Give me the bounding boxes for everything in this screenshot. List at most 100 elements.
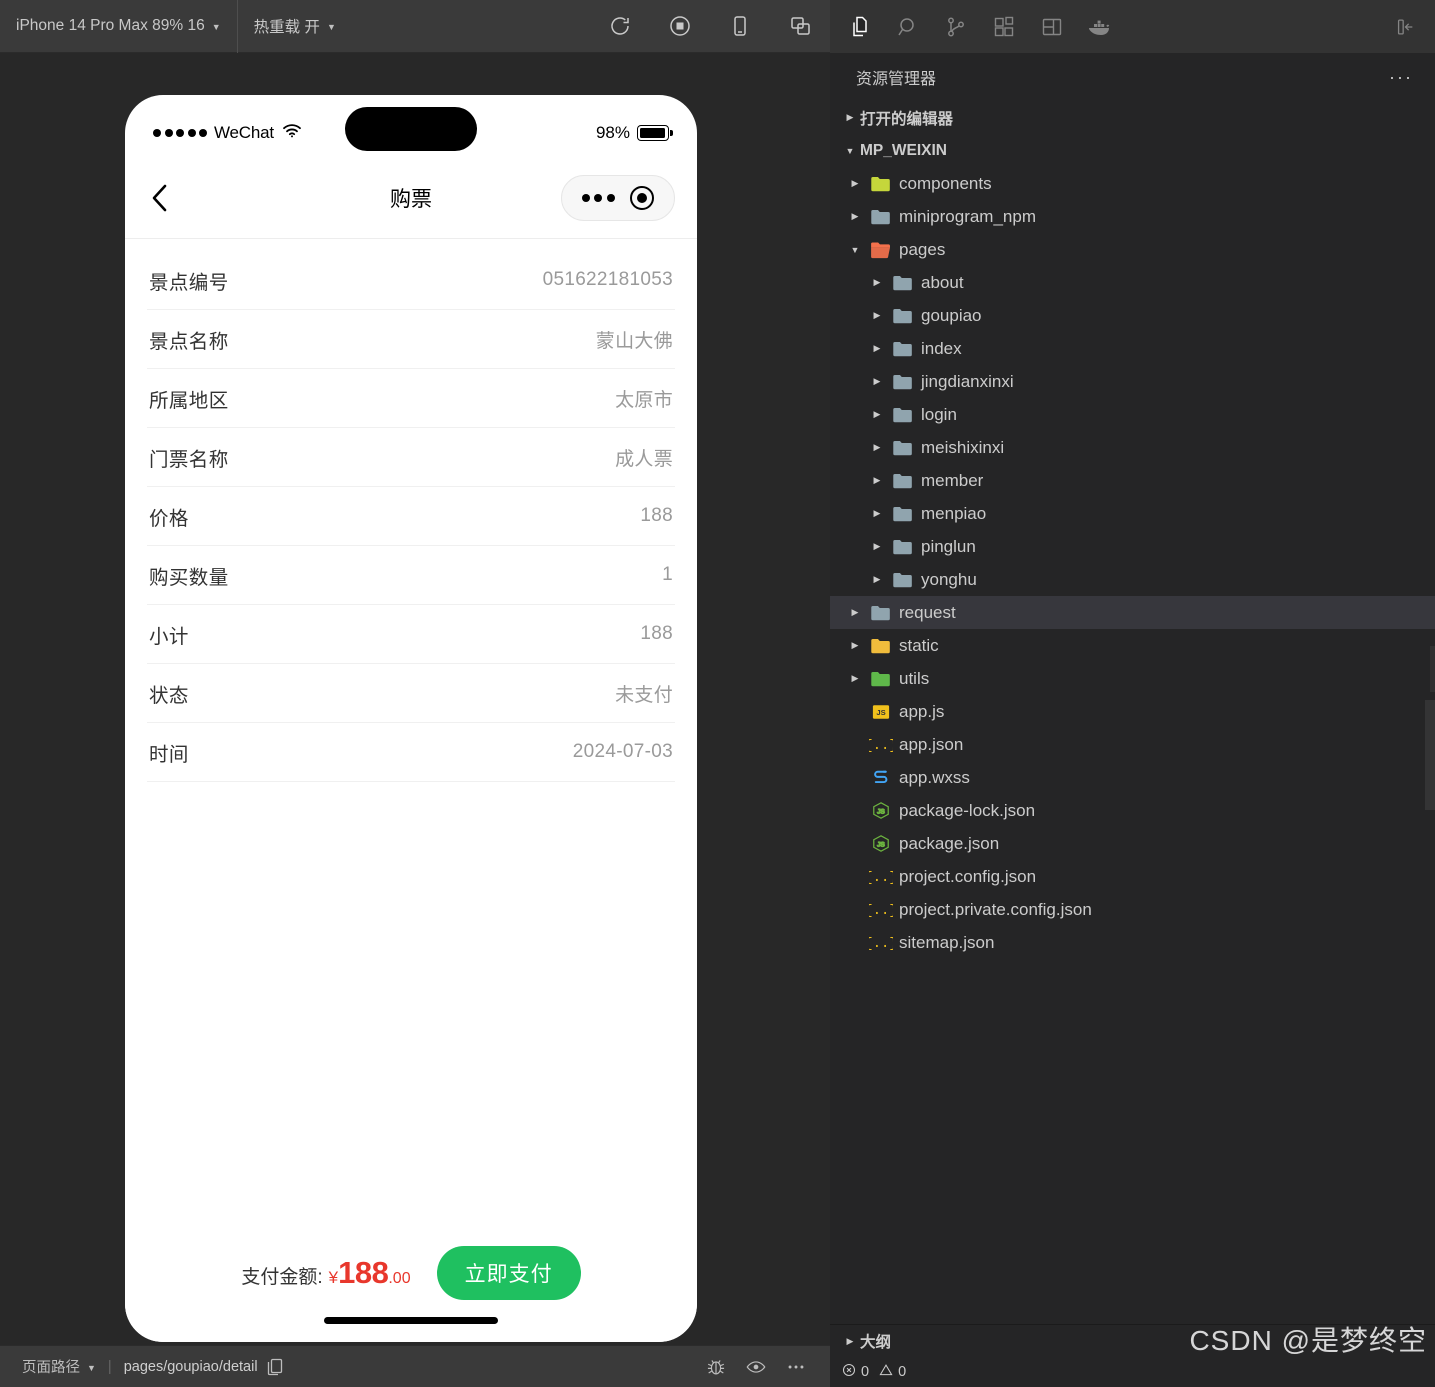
scrollbar-thumb[interactable]	[1425, 700, 1435, 810]
chevron-down-icon: ▼	[211, 22, 221, 32]
problems-indicator[interactable]: 0 0	[842, 1363, 906, 1381]
home-indicator	[324, 1317, 498, 1324]
tree-item-folder[interactable]: ▶ utils	[830, 662, 1435, 695]
bug-icon[interactable]	[696, 1346, 736, 1387]
row-value: 051622181053	[542, 269, 673, 290]
tree-item-label: meishixinxi	[921, 437, 1005, 457]
search-icon[interactable]	[884, 0, 932, 53]
tree-item-folder[interactable]: ▶ meishixinxi	[830, 431, 1435, 464]
chevron-right-icon: ▶	[873, 574, 881, 584]
tree-item-folder[interactable]: ▶ yonghu	[830, 563, 1435, 596]
tree-item-file[interactable]: JS package.json	[830, 827, 1435, 860]
page-path-value: pages/goupiao/detail	[123, 1358, 258, 1375]
device-selector[interactable]: iPhone 14 Pro Max 89% 16 ▼	[0, 0, 238, 53]
row-value: 成人票	[615, 448, 673, 470]
chevron-left-icon[interactable]	[147, 178, 187, 218]
tree-item-file[interactable]: {..} sitemap.json	[830, 926, 1435, 959]
tree-item-folder[interactable]: ▶ jingdianxinxi	[830, 365, 1435, 398]
tree-item-folder[interactable]: ▶ index	[830, 332, 1435, 365]
wechat-capsule[interactable]	[561, 174, 675, 221]
layout-panel-icon[interactable]	[1028, 0, 1076, 53]
tree-item-folder[interactable]: ▶ goupiao	[830, 299, 1435, 332]
tree-item-file[interactable]: app.wxss	[830, 761, 1435, 794]
tree-item-file[interactable]: JS package-lock.json	[830, 794, 1435, 827]
simulator-panel: iPhone 14 Pro Max 89% 16 ▼ 热重载 开 ▼ WeCha…	[0, 0, 830, 1387]
page-path-selector[interactable]: 页面路径 ▼	[14, 1356, 104, 1377]
record-stop-icon[interactable]	[657, 0, 703, 53]
explorer-icon[interactable]	[836, 0, 884, 53]
more-icon[interactable]: ···	[1389, 67, 1413, 88]
payment-label: 支付金额:	[241, 1267, 323, 1288]
tree-item-folder[interactable]: ▶ request	[830, 596, 1435, 629]
tree-item-folder[interactable]: ▶ login	[830, 398, 1435, 431]
battery-icon	[637, 125, 669, 141]
section-workspace-root[interactable]: ▼ MP_WEIXIN	[830, 134, 1435, 167]
tree-item-folder[interactable]: ▶ static	[830, 629, 1435, 662]
battery-percent-label: 98%	[595, 123, 630, 142]
chevron-right-icon: ▶	[846, 1335, 854, 1346]
table-row: 购买数量 1	[147, 546, 675, 605]
tree-item-folder[interactable]: ▶ pinglun	[830, 530, 1435, 563]
tree-item-file[interactable]: JS app.js	[830, 695, 1435, 728]
app-root: iPhone 14 Pro Max 89% 16 ▼ 热重载 开 ▼ WeCha…	[0, 0, 1435, 1387]
folder-icon	[888, 472, 918, 490]
close-target-icon[interactable]	[630, 185, 655, 210]
ios-status-bar: WeChat 98%	[125, 95, 697, 157]
table-row: 景点名称 蒙山大佛	[147, 310, 675, 369]
hot-reload-selector[interactable]: 热重载 开 ▼	[238, 0, 352, 53]
tree-item-folder[interactable]: ▶ member	[830, 464, 1435, 497]
tree-item-folder[interactable]: ▶ miniprogram_npm	[830, 200, 1435, 233]
tree-item-folder[interactable]: ▶ components	[830, 167, 1435, 200]
copy-icon[interactable]	[267, 1358, 283, 1376]
folder-icon	[888, 373, 918, 391]
json-file-icon: {..}	[866, 735, 896, 754]
pay-now-button[interactable]: 立即支付	[436, 1246, 581, 1300]
tree-item-folder[interactable]: ▶ about	[830, 266, 1435, 299]
row-label: 景点名称	[149, 330, 229, 353]
currency-symbol: ¥	[328, 1268, 339, 1287]
payment-bar: 支付金额: ¥ 188 .00 立即支付	[125, 1246, 697, 1300]
section-label: 打开的编辑器	[860, 110, 954, 128]
chevron-right-icon: ▶	[846, 112, 854, 122]
json-file-icon: {..}	[866, 867, 896, 886]
page-path-value-group: pages/goupiao/detail	[116, 1358, 291, 1376]
chevron-down-icon: ▼	[87, 1362, 96, 1373]
table-row: 状态 未支付	[147, 664, 675, 723]
tree-item-label: pages	[899, 239, 946, 259]
tree-item-folder[interactable]: ▼ pages	[830, 233, 1435, 266]
refresh-icon[interactable]	[597, 0, 643, 53]
node-file-icon: JS	[866, 834, 896, 853]
amount-value: 188	[338, 1255, 389, 1290]
node-file-icon: JS	[866, 801, 896, 820]
chevron-right-icon: ▶	[873, 475, 881, 485]
folder-icon	[888, 505, 918, 523]
payment-amount: 支付金额: ¥ 188 .00	[241, 1257, 410, 1289]
chevron-right-icon: ▶	[851, 211, 859, 221]
chevron-right-icon: ▶	[851, 607, 859, 617]
extensions-icon[interactable]	[980, 0, 1028, 53]
wechat-nav-bar: 购票	[125, 157, 697, 239]
tree-item-file[interactable]: {..} app.json	[830, 728, 1435, 761]
eye-icon[interactable]	[736, 1346, 776, 1387]
section-open-editors[interactable]: ▶ 打开的编辑器	[830, 101, 1435, 134]
collapse-sidebar-icon[interactable]	[1381, 0, 1429, 53]
panel-footer: ▶ 大纲 0 0	[830, 1324, 1435, 1387]
more-icon[interactable]	[776, 1346, 816, 1387]
chevron-right-icon: ▶	[873, 508, 881, 518]
chevron-right-icon: ▶	[873, 277, 881, 287]
device-icon[interactable]	[717, 0, 763, 53]
folder-icon	[866, 208, 896, 226]
scrollbar-track[interactable]	[1430, 646, 1435, 692]
table-row: 景点编号 051622181053	[147, 251, 675, 310]
tree-item-file[interactable]: {..} project.private.config.json	[830, 893, 1435, 926]
tree-item-folder[interactable]: ▶ menpiao	[830, 497, 1435, 530]
more-icon[interactable]	[581, 193, 615, 202]
table-row: 价格 188	[147, 487, 675, 546]
row-value: 188	[640, 623, 673, 644]
windows-icon[interactable]	[777, 0, 823, 53]
tree-item-file[interactable]: {..} project.config.json	[830, 860, 1435, 893]
docker-icon[interactable]	[1076, 0, 1124, 53]
chevron-down-icon: ▼	[326, 22, 336, 32]
section-outline[interactable]: ▶ 大纲	[830, 1324, 1435, 1357]
source-control-icon[interactable]	[932, 0, 980, 53]
